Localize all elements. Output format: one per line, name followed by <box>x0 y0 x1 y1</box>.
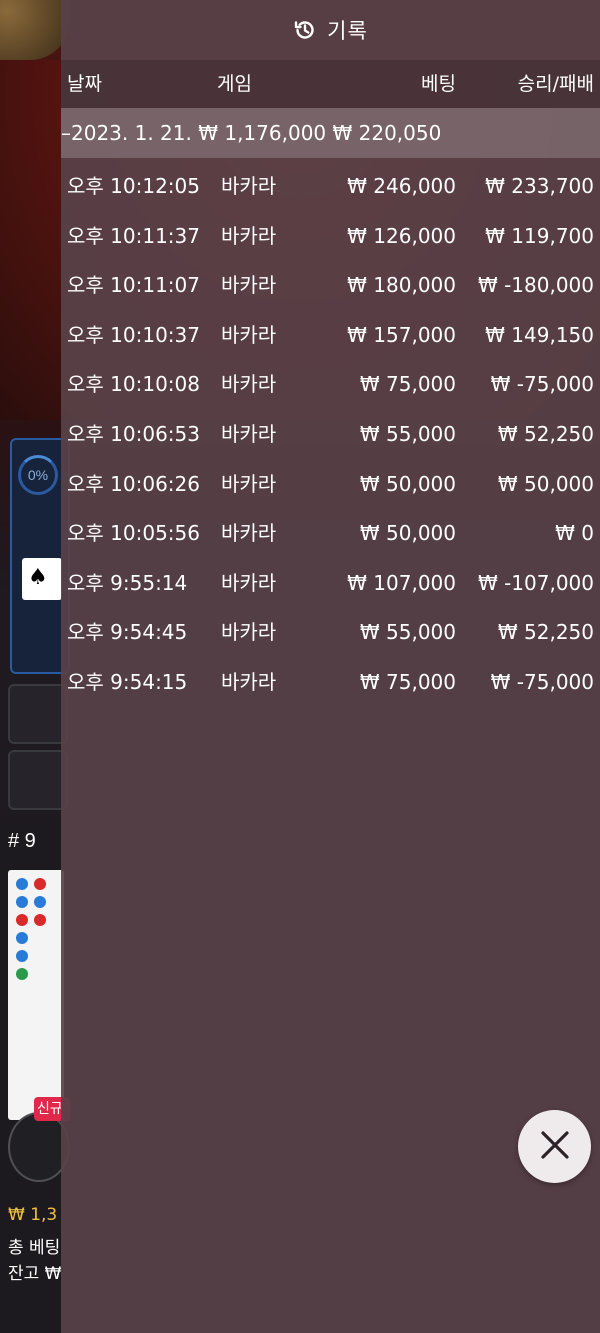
record-bet: ₩ 55,000 <box>359 620 456 645</box>
remaining-text: 잔고 ₩ <box>8 1264 62 1284</box>
close-icon <box>538 1128 572 1166</box>
record-result: ₩ 52,250 <box>497 421 594 446</box>
close-button[interactable] <box>518 1110 591 1183</box>
column-header-result: 승리/패배 <box>517 73 594 95</box>
table-row[interactable]: 오후 10:11:07 바카라 ₩ 180,000 ₩ -180,000 <box>61 261 600 311</box>
record-bet: ₩ 50,000 <box>359 521 456 546</box>
record-result: ₩ 50,000 <box>497 471 594 496</box>
record-game: 바카라 <box>221 273 277 298</box>
history-icon <box>293 18 317 42</box>
spade-card-icon: ♠ <box>22 558 62 600</box>
column-header-game: 게임 <box>217 73 252 95</box>
table-row[interactable]: 오후 10:10:37 바카라 ₩ 157,000 ₩ 149,150 <box>61 311 600 361</box>
page-title: 기록 <box>327 19 368 43</box>
record-time: 오후 10:10:08 <box>67 372 200 397</box>
table-row[interactable]: 오후 10:10:08 바카라 ₩ 75,000 ₩ -75,000 <box>61 360 600 410</box>
table-row[interactable]: 오후 9:54:15 바카라 ₩ 75,000 ₩ -75,000 <box>61 658 600 708</box>
record-time: 오후 10:12:05 <box>67 174 200 198</box>
record-game: 바카라 <box>221 471 277 496</box>
record-game: 바카라 <box>221 174 277 198</box>
record-result: ₩ 149,150 <box>485 322 594 347</box>
road-dot <box>16 932 28 944</box>
record-game: 바카라 <box>221 223 277 248</box>
road-dot <box>16 914 28 926</box>
record-bet: ₩ 107,000 <box>347 570 456 595</box>
table-row[interactable]: 오후 9:54:45 바카라 ₩ 55,000 ₩ 52,250 <box>61 608 600 658</box>
bead-road-scoreboard <box>8 870 64 1120</box>
record-result: ₩ 0 <box>555 521 594 546</box>
table-logo <box>0 0 70 60</box>
record-result: ₩ -107,000 <box>477 570 594 595</box>
records-list: 오후 10:12:05 바카라 ₩ 246,000 ₩ 233,700 오후 1… <box>61 162 600 708</box>
record-result: ₩ -75,000 <box>490 372 594 397</box>
progress-indicator: 0% <box>18 455 58 495</box>
column-header-date: 날짜 <box>67 73 102 95</box>
table-header: 날짜 게임 베팅 승리/패배 <box>61 60 600 108</box>
record-bet: ₩ 246,000 <box>347 174 456 198</box>
road-dot <box>16 950 28 962</box>
record-result: ₩ -75,000 <box>490 669 594 694</box>
record-bet: ₩ 75,000 <box>359 372 456 397</box>
record-result: ₩ 119,700 <box>485 223 594 248</box>
record-result: ₩ -180,000 <box>477 273 594 298</box>
table-row[interactable]: 오후 10:12:05 바카라 ₩ 246,000 ₩ 233,700 <box>61 162 600 212</box>
record-game: 바카라 <box>221 669 277 694</box>
record-result: ₩ 52,250 <box>497 620 594 645</box>
record-time: 오후 9:54:15 <box>67 669 188 694</box>
record-bet: ₩ 55,000 <box>359 421 456 446</box>
road-dot <box>16 896 28 908</box>
road-dot <box>16 878 28 890</box>
record-time: 오후 10:05:56 <box>67 521 200 546</box>
balance-text: ₩ 1,3 <box>8 1205 58 1225</box>
date-group-date: –2023. 1. 21. <box>61 121 192 145</box>
table-row[interactable]: 오후 10:06:26 바카라 ₩ 50,000 ₩ 50,000 <box>61 460 600 510</box>
record-bet: ₩ 126,000 <box>347 223 456 248</box>
history-panel: 기록 날짜 게임 베팅 승리/패배 –2023. 1. 21. ₩ 1,176,… <box>61 0 600 1333</box>
record-game: 바카라 <box>221 322 277 347</box>
table-row[interactable]: 오후 10:05:56 바카라 ₩ 50,000 ₩ 0 <box>61 509 600 559</box>
road-dot <box>34 896 46 908</box>
date-group-row[interactable]: –2023. 1. 21. ₩ 1,176,000 ₩ 220,050 <box>61 108 600 158</box>
record-time: 오후 9:54:45 <box>67 620 188 645</box>
record-time: 오후 10:06:26 <box>67 471 200 496</box>
table-row[interactable]: 오후 10:11:37 바카라 ₩ 126,000 ₩ 119,700 <box>61 212 600 262</box>
date-group-total-result: ₩ 220,050 <box>332 121 442 145</box>
table-row[interactable]: 오후 10:06:53 바카라 ₩ 55,000 ₩ 52,250 <box>61 410 600 460</box>
record-result: ₩ 233,700 <box>485 174 594 198</box>
record-time: 오후 10:10:37 <box>67 322 200 347</box>
round-number: # 9 <box>8 830 36 852</box>
record-time: 오후 10:11:07 <box>67 273 200 298</box>
record-bet: ₩ 75,000 <box>359 669 456 694</box>
record-bet: ₩ 50,000 <box>359 471 456 496</box>
column-header-bet: 베팅 <box>421 73 456 95</box>
record-game: 바카라 <box>221 372 277 397</box>
road-dot <box>34 878 46 890</box>
bet-option-button[interactable] <box>8 750 68 810</box>
record-game: 바카라 <box>221 620 277 645</box>
road-dot <box>34 914 46 926</box>
record-bet: ₩ 157,000 <box>347 322 456 347</box>
total-bet-text: 총 베팅 <box>8 1238 61 1258</box>
date-group-total-bet: ₩ 1,176,000 <box>198 121 327 145</box>
record-time: 오후 10:11:37 <box>67 223 200 248</box>
bet-option-button[interactable] <box>8 684 68 744</box>
record-bet: ₩ 180,000 <box>347 273 456 298</box>
record-game: 바카라 <box>221 570 277 595</box>
record-time: 오후 10:06:53 <box>67 421 200 446</box>
record-game: 바카라 <box>221 521 277 546</box>
table-row[interactable]: 오후 9:55:14 바카라 ₩ 107,000 ₩ -107,000 <box>61 559 600 609</box>
road-dot <box>16 968 28 980</box>
history-header: 기록 <box>61 0 600 60</box>
record-game: 바카라 <box>221 421 277 446</box>
record-time: 오후 9:55:14 <box>67 570 188 595</box>
